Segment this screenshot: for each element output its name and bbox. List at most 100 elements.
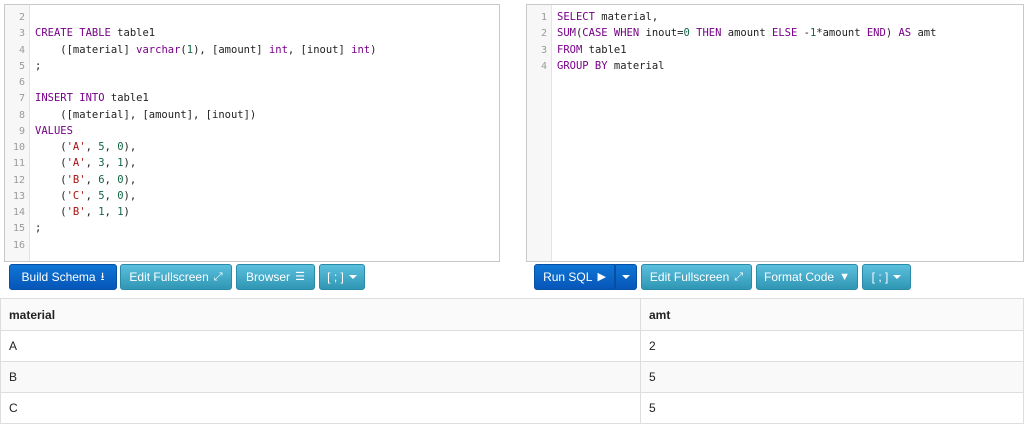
code-token: material, [594,11,659,23]
string-literal: 'A' [66,141,86,153]
code-line: 3 FROM table1 [527,42,1023,58]
line-number: 3 [540,44,547,56]
tree-icon: ☰ [295,270,305,283]
play-icon: ▶ [597,270,606,283]
code-line: 3 CREATE TABLE table1 [5,25,499,41]
line-number: 16 [12,239,25,251]
code-token: , [85,206,99,218]
build-schema-button[interactable]: Build Schema ⭳ [9,264,117,290]
line-number: 4 [540,60,547,72]
table-row: A 2 [0,330,1024,362]
query-editor[interactable]: 1 SELECT material, 2 SUM(CASE WHEN inout=0 … [526,4,1024,262]
run-sql-options-dropdown[interactable] [615,264,637,290]
caret-down-icon [348,275,357,279]
line-number: 14 [12,207,25,218]
format-code-label: Format Code [764,270,835,284]
line-number: 11 [12,158,25,170]
line-number: 10 [12,142,25,153]
code-token: table1 [104,92,149,105]
sql-keyword: FROM [557,43,583,56]
code-text: ('A', 3, 1), [29,157,136,169]
table-cell: C [0,392,641,424]
schema-editor[interactable]: 2 3 CREATE TABLE table1 4 ([material] varch… [4,4,500,262]
line-number: 15 [12,223,25,235]
line-number: 4 [18,44,25,56]
caret-down-icon [893,275,902,279]
table-row: C 5 [0,392,1024,424]
edit-fullscreen-label: Edit Fullscreen [649,270,730,284]
table-cell: 5 [640,392,1024,424]
code-token: ([material], [amount], [inout]) [35,108,257,121]
code-line: 7 INSERT INTO table1 [5,90,499,106]
code-token: ), [amount] [193,43,269,56]
browser-label: Browser [246,270,291,284]
code-token: ), [123,189,137,202]
sql-keyword: CASE WHEN [582,27,640,40]
code-token: ( [35,157,67,170]
edit-fullscreen-button[interactable]: Edit Fullscreen ⤢ [120,264,232,290]
results-header-row: material amt [0,298,1024,331]
code-token: , [104,157,118,170]
code-line: 1 SELECT material, [527,9,1023,25]
statement-terminator-dropdown[interactable]: [ ; ] [862,264,911,290]
table-cell: A [0,330,641,362]
code-token: ( [35,141,67,153]
table-cell: 2 [640,330,1024,362]
run-sql-label: Run SQL [543,270,593,284]
column-header: amt [640,298,1024,331]
code-token: , [85,173,99,186]
code-text: ; [29,60,41,72]
column-header: material [0,298,641,331]
code-token: ( [35,206,67,218]
edit-fullscreen-button[interactable]: Edit Fullscreen ⤢ [641,264,752,290]
terminator-label: [ ; ] [327,270,344,284]
run-sql-button[interactable]: Run SQL ▶ [534,264,615,290]
code-line: 2 SUM(CASE WHEN inout=0 THEN amount ELSE … [527,25,1023,41]
code-line: 9 VALUES [5,123,499,139]
line-number: 5 [18,60,25,72]
code-token: amount [721,27,772,40]
code-token: , [104,173,118,186]
sql-keyword: varchar [136,43,181,56]
table-row: B 5 [0,361,1024,393]
line-number: 2 [540,28,547,40]
code-text: ('B', 1, 1) [29,206,130,218]
caret-down-icon [622,275,630,279]
code-token: material [607,59,665,72]
code-token: ), [123,157,137,170]
code-token: amt [911,27,937,40]
code-line: 10 ('A', 5, 0), [5,139,499,155]
sql-keyword: END [866,27,886,40]
code-line: 11 ('A', 3, 1), [5,155,499,171]
sql-keyword: CREATE TABLE [35,27,111,40]
code-token: , [inout] [287,43,352,56]
format-code-button[interactable]: Format Code ▼ [756,264,858,290]
code-token: ), [123,141,137,153]
code-line: 8 ([material], [amount], [inout]) [5,107,499,123]
statement-terminator-dropdown[interactable]: [ ; ] [319,264,365,290]
terminator-label: [ ; ] [871,270,889,284]
table-cell: 5 [640,361,1024,393]
browser-button[interactable]: Browser ☰ [236,264,315,290]
code-token: , [85,157,99,170]
code-token: ), [123,173,137,186]
code-line: 4 ([material] varchar(1), [amount] int, … [5,42,499,58]
code-text: SELECT material, [551,11,658,23]
code-token: ) [370,43,377,56]
code-text: ('B', 6, 0), [29,174,136,186]
sql-keyword: AS [898,27,912,40]
code-line: 6 [5,74,499,90]
code-text: ([material], [amount], [inout]) [29,109,256,121]
line-number: 12 [12,174,25,186]
string-literal: 'C' [66,189,86,202]
code-token: ([material] [35,43,137,56]
code-token: inout= [639,27,684,40]
code-token: , [85,141,99,153]
code-line: 5; [5,58,499,74]
code-token: ) [885,27,899,40]
line-number: 6 [18,77,25,88]
query-code: 1 SELECT material, 2 SUM(CASE WHEN inout=0 … [527,9,1023,74]
sql-keyword: int [268,43,288,56]
